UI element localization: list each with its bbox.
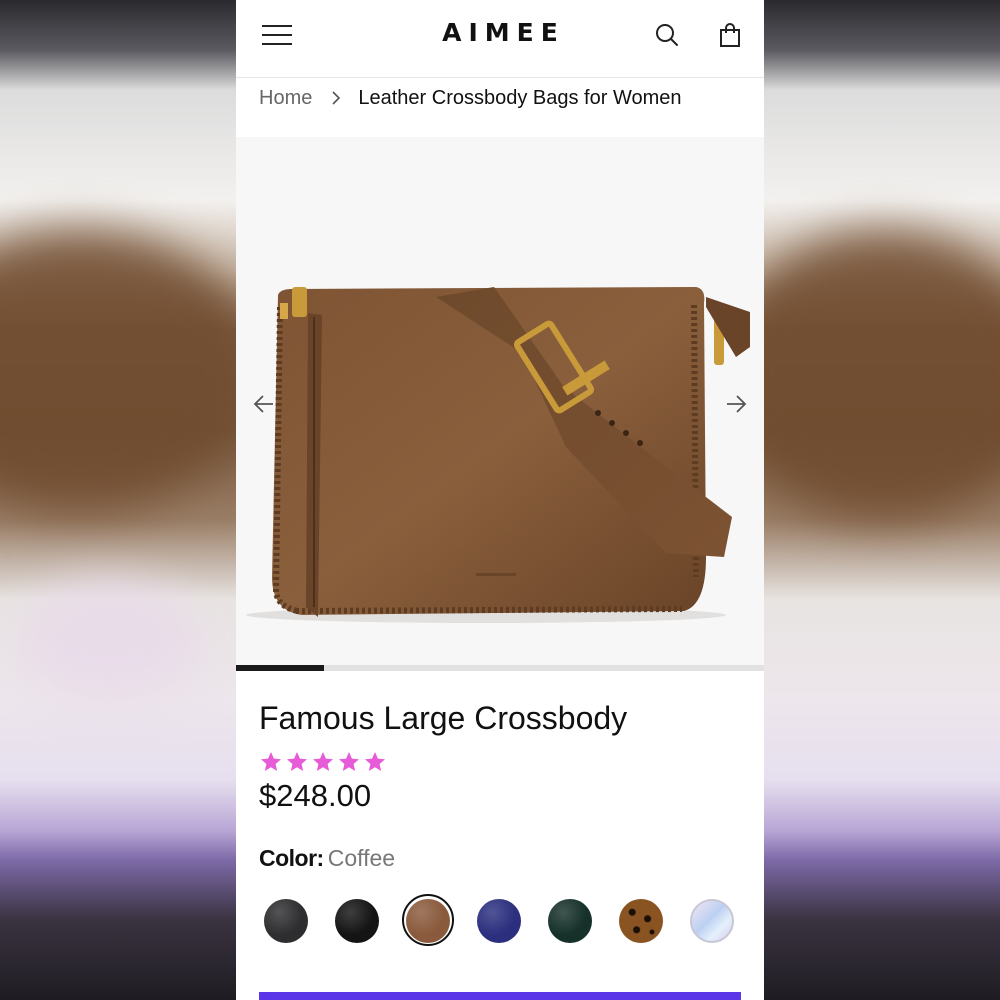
search-icon[interactable] xyxy=(654,22,680,48)
star-icon xyxy=(285,750,309,778)
gallery-progress-bar xyxy=(236,665,764,671)
breadcrumb-home-link[interactable]: Home xyxy=(259,87,312,110)
arrow-right-icon[interactable] xyxy=(723,391,749,417)
shopping-bag-icon[interactable] xyxy=(717,22,743,48)
brand-logo[interactable]: AIMEE xyxy=(236,18,764,47)
swatch-dark-green[interactable] xyxy=(548,899,592,943)
swatch-black[interactable] xyxy=(335,899,379,943)
site-header: AIMEE xyxy=(236,0,764,78)
star-icon xyxy=(311,750,335,778)
breadcrumb-current: Leather Crossbody Bags for Women xyxy=(358,86,682,109)
product-image-gallery[interactable] xyxy=(236,137,764,667)
swatch-leopard[interactable] xyxy=(619,899,663,943)
swatch-coffee[interactable] xyxy=(406,899,450,943)
swatch-navy[interactable] xyxy=(477,899,521,943)
chevron-right-icon xyxy=(330,90,342,106)
add-to-cart-button[interactable] xyxy=(259,992,741,1000)
star-icon xyxy=(337,750,361,778)
arrow-left-icon[interactable] xyxy=(251,391,277,417)
product-title: Famous Large Crossbody xyxy=(259,700,628,736)
mobile-screen: AIMEE Home Leather Crossbody Bags for Wo… xyxy=(236,0,764,1000)
color-label: Color: xyxy=(259,845,324,871)
breadcrumb: Home Leather Crossbody Bags for Women xyxy=(259,84,681,112)
star-icon xyxy=(363,750,387,778)
star-icon xyxy=(259,750,283,778)
gallery-progress-fill xyxy=(236,665,325,671)
swatch-iridescent[interactable] xyxy=(690,899,734,943)
product-image xyxy=(246,287,750,623)
color-swatches xyxy=(236,893,764,949)
swatch-charcoal[interactable] xyxy=(264,899,308,943)
star-rating[interactable] xyxy=(259,750,387,778)
color-selector-label: Color: Coffee xyxy=(259,845,395,872)
product-price: $248.00 xyxy=(259,778,372,813)
color-value: Coffee xyxy=(327,845,396,871)
